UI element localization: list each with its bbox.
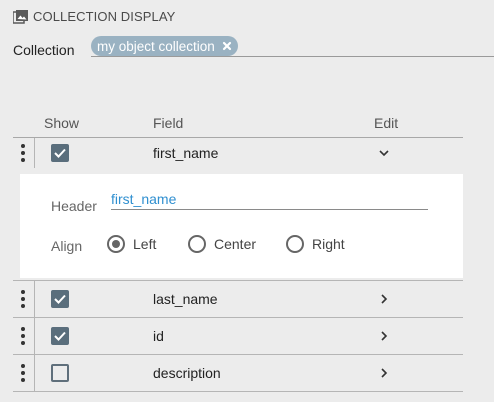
collection-field[interactable]: my object collection [91, 36, 494, 57]
row-divider [34, 318, 35, 354]
header-input[interactable] [111, 190, 428, 208]
radio-unselected-icon[interactable] [286, 235, 304, 253]
section-title-text: COLLECTION DISPLAY [33, 9, 176, 24]
collection-label: Collection [13, 42, 75, 58]
chevron-right-icon[interactable] [379, 294, 389, 304]
image-icon [13, 9, 28, 24]
align-right-radio[interactable]: Right [286, 235, 345, 253]
field-name: description [153, 365, 221, 381]
drag-handle-icon[interactable] [20, 364, 26, 382]
table-row: last_name [13, 280, 463, 318]
drag-handle-icon[interactable] [20, 144, 26, 162]
row-divider [34, 355, 35, 391]
table-row: id [13, 318, 463, 355]
table-header: Show Field Edit [13, 108, 463, 138]
collection-row: Collection my object collection [13, 36, 494, 58]
radio-unselected-icon[interactable] [188, 235, 206, 253]
table-row: first_name [13, 138, 463, 168]
align-left-label: Left [133, 236, 157, 252]
header-field[interactable] [111, 190, 428, 210]
column-header-show: Show [44, 115, 80, 131]
section-title: COLLECTION DISPLAY [13, 9, 175, 24]
align-center-radio[interactable]: Center [188, 235, 256, 253]
field-name: last_name [153, 291, 218, 307]
drag-handle-icon[interactable] [20, 327, 26, 345]
show-checkbox[interactable] [51, 327, 69, 345]
chevron-right-icon[interactable] [379, 368, 389, 378]
header-label: Header [51, 198, 97, 214]
align-right-label: Right [312, 236, 345, 252]
show-checkbox[interactable] [51, 290, 69, 308]
close-icon[interactable] [222, 41, 232, 51]
fields-table: Show Field Edit first_name Header Align … [13, 108, 463, 392]
table-row: description [13, 355, 463, 392]
show-checkbox[interactable] [51, 364, 69, 382]
column-header-field: Field [153, 115, 184, 131]
align-label: Align [51, 238, 83, 254]
align-left-radio[interactable]: Left [107, 235, 156, 253]
radio-selected-icon[interactable] [107, 235, 125, 253]
field-name: id [153, 328, 164, 344]
row-divider [34, 281, 35, 317]
chevron-right-icon[interactable] [379, 331, 389, 341]
drag-handle-icon[interactable] [20, 290, 26, 308]
field-detail-panel: Header Align Left Center Right [20, 174, 463, 278]
align-center-label: Center [214, 236, 257, 252]
chevron-down-icon[interactable] [379, 148, 389, 158]
collection-chip[interactable]: my object collection [91, 36, 238, 56]
column-header-edit: Edit [374, 115, 399, 131]
field-name: first_name [153, 145, 219, 161]
row-divider [34, 138, 35, 168]
show-checkbox[interactable] [51, 144, 69, 162]
collection-chip-label: my object collection [97, 38, 215, 54]
